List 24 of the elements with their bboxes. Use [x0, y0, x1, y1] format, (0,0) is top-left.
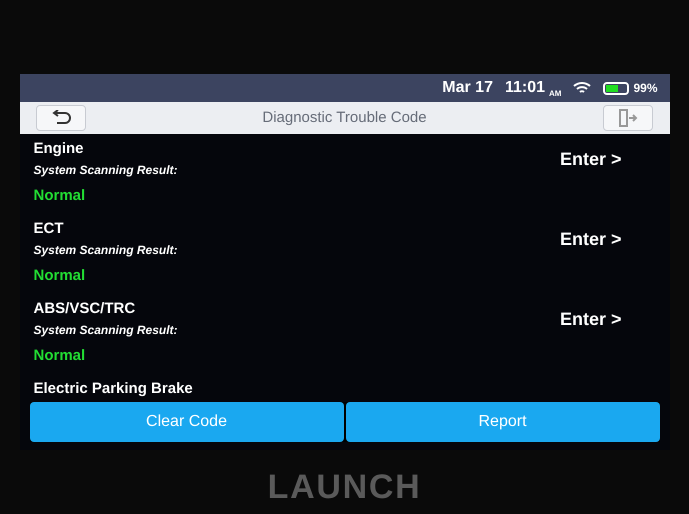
enter-link[interactable]: Enter > — [560, 146, 622, 173]
battery-text: 99% — [633, 80, 658, 97]
exit-button[interactable] — [603, 105, 654, 131]
date-text: Mar 17 — [442, 78, 493, 98]
system-name: ECT — [34, 219, 64, 239]
system-name: ABS/VSC/TRC — [34, 299, 136, 319]
scan-result-status: Normal — [34, 346, 86, 366]
brand-logo: LAUNCH — [268, 467, 422, 508]
system-name: Engine — [34, 139, 85, 159]
screen-title: Diagnostic Trouble Code — [262, 108, 427, 128]
scan-result-status: Normal — [34, 186, 86, 206]
scan-result-label: System Scanning Result: — [34, 162, 178, 178]
wifi-icon — [573, 81, 592, 95]
scan-result-label: System Scanning Result: — [34, 242, 178, 258]
system-name: Electric Parking Brake — [34, 379, 193, 399]
enter-link[interactable]: Enter > — [560, 306, 622, 333]
time-text: 11:01 — [504, 78, 546, 98]
scan-result-status: Normal — [34, 266, 86, 286]
ampm-text: AM — [549, 88, 562, 100]
scan-result-label: System Scanning Result: — [34, 322, 178, 338]
exit-door-icon — [618, 109, 638, 127]
back-button[interactable] — [36, 105, 86, 131]
enter-link[interactable]: Enter > — [560, 226, 622, 253]
battery-icon — [603, 82, 630, 94]
